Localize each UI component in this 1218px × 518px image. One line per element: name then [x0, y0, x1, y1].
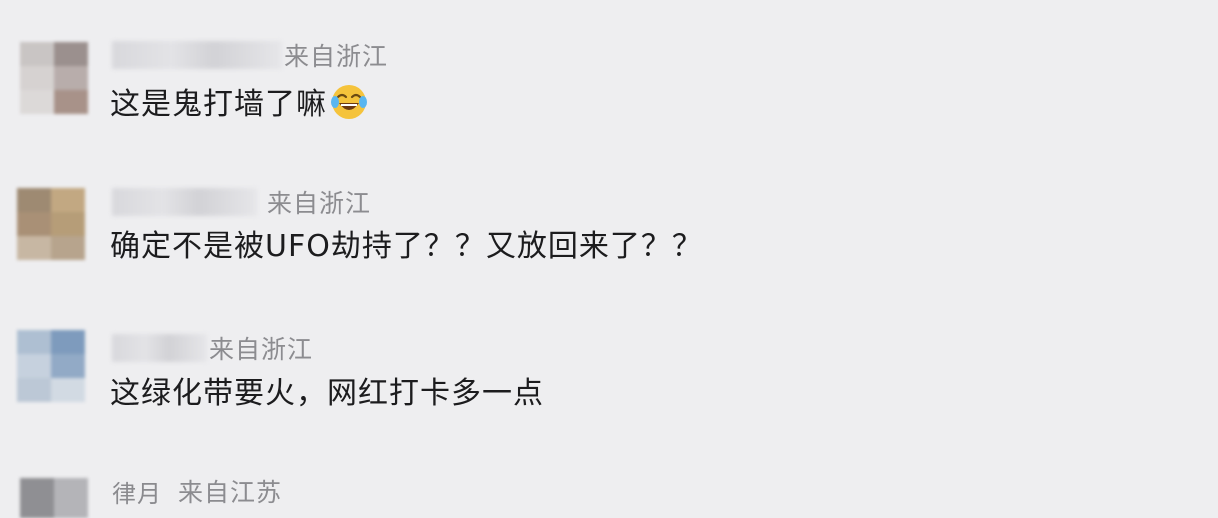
comment-text: 这绿化带要火，网红打卡多一点: [110, 376, 544, 411]
comment-meta: 来自浙江: [112, 38, 388, 72]
location-label: 来自浙江: [209, 335, 314, 364]
username-redacted: [112, 334, 207, 362]
user-avatar[interactable]: [17, 330, 85, 402]
username-redacted: [112, 41, 282, 69]
location-label: 来自江苏: [178, 478, 283, 507]
laughing-tears-emoji-icon: [331, 85, 367, 119]
username[interactable]: 律月: [112, 474, 162, 509]
comment-text: 确定不是被UFO劫持了？？又放回来了？？: [110, 229, 703, 264]
username-redacted: [112, 188, 257, 216]
comment-text: 这是鬼打墙了嘛: [110, 82, 369, 125]
location-label: 来自浙江: [284, 42, 389, 71]
comment-thread: { "comments": [ { "location": "来自浙江", "c…: [0, 0, 1218, 518]
user-avatar[interactable]: [17, 188, 85, 260]
comment-meta: 律月 来自江苏: [112, 474, 282, 508]
user-avatar[interactable]: [20, 478, 88, 518]
comment-meta: 来自浙江: [112, 331, 313, 365]
location-label: 来自浙江: [267, 189, 372, 218]
user-avatar[interactable]: [20, 42, 88, 114]
comment-meta: 来自浙江: [112, 185, 371, 219]
